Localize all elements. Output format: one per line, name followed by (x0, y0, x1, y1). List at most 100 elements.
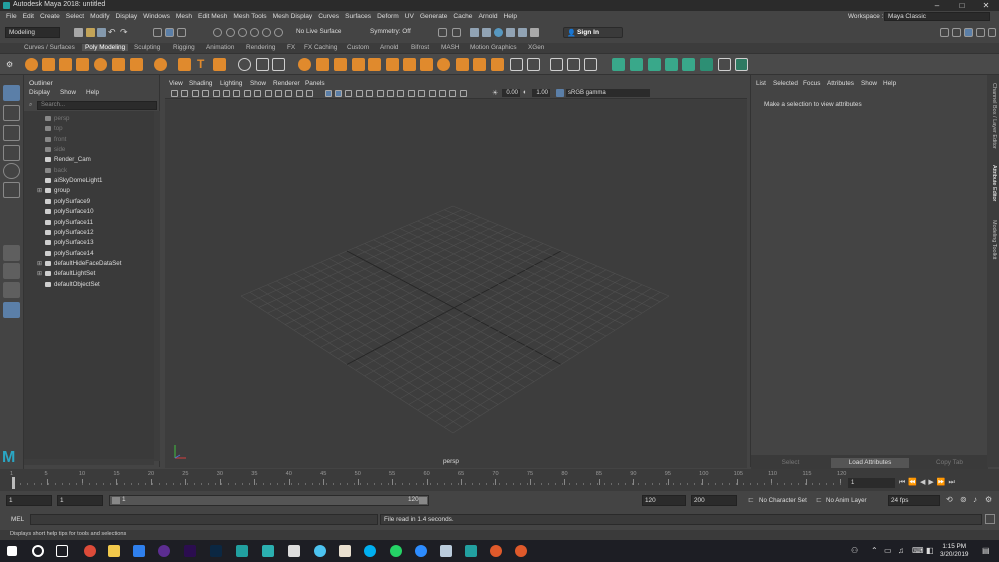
outliner-menu-help[interactable]: Help (86, 89, 99, 96)
outliner-item[interactable]: top (24, 124, 154, 134)
attr-menu-list[interactable]: List (756, 80, 766, 87)
exposure-field[interactable]: 0.00 (502, 89, 520, 97)
script-editor-icon[interactable] (985, 514, 995, 524)
range-end-handle[interactable] (419, 497, 427, 504)
snap-curve-icon[interactable] (226, 28, 235, 37)
shelf-tab-motion-graphics[interactable]: Motion Graphics (470, 44, 517, 51)
language-icon[interactable]: ◧ (926, 546, 934, 555)
boolean-difference-icon[interactable] (334, 58, 347, 71)
houdini-icon[interactable] (490, 545, 502, 557)
after-effects-icon[interactable] (184, 545, 196, 557)
poly-sphere-icon[interactable] (25, 58, 38, 71)
viewport-menu-panels[interactable]: Panels (305, 80, 325, 87)
attr-menu-show[interactable]: Show (861, 80, 877, 87)
scale-tool-icon[interactable] (3, 182, 20, 198)
history-icon[interactable] (452, 28, 461, 37)
lasso-tool-icon[interactable] (3, 105, 20, 121)
menu-mesh-tools[interactable]: Mesh Tools (233, 13, 266, 20)
menu-surfaces[interactable]: Surfaces (345, 13, 371, 20)
outliner-item[interactable]: ⊞ defaultHideFaceDataSet (24, 259, 154, 269)
menu-edit[interactable]: Edit (23, 13, 34, 20)
animation-prefs-icon[interactable]: ⚙ (985, 495, 992, 504)
viewport-menu-renderer[interactable]: Renderer (273, 80, 300, 87)
shadows-icon[interactable] (376, 90, 384, 97)
xray-components-icon[interactable] (459, 90, 467, 97)
snap-view-plane-icon[interactable] (250, 28, 259, 37)
browser-icon[interactable] (314, 545, 326, 557)
pause-icon[interactable] (530, 28, 539, 37)
messaging-icon[interactable] (390, 545, 402, 557)
volume-icon[interactable]: ♫ (898, 546, 904, 555)
outliner-item[interactable]: ⊞ defaultLightSet (24, 269, 154, 279)
persp-graph-layout-icon[interactable] (3, 302, 20, 318)
outliner-item[interactable]: side (24, 145, 154, 155)
xray-joints-icon[interactable] (449, 90, 457, 97)
outliner-item[interactable]: defaultObjectSet (24, 280, 154, 290)
load-attributes-button[interactable]: Load Attributes (831, 458, 909, 468)
outliner-item[interactable]: polySurface14 (24, 249, 154, 259)
hypershade-icon[interactable] (518, 28, 527, 37)
motion-blur-icon[interactable] (397, 90, 405, 97)
shelf-tab-mash[interactable]: MASH (441, 44, 459, 51)
shelf-tab-custom[interactable]: Custom (347, 44, 369, 51)
xray-icon[interactable] (439, 90, 446, 97)
menu-mesh-display[interactable]: Mesh Display (273, 13, 313, 20)
target-weld-icon[interactable] (473, 58, 486, 71)
shelf-tab-xgen[interactable]: XGen (528, 44, 544, 51)
uv-editor-icon[interactable] (700, 58, 713, 71)
menu-set-dropdown[interactable]: Modeling (5, 27, 60, 38)
playback-end-field[interactable]: 120 (642, 495, 686, 506)
undo-icon[interactable]: ↶ (108, 27, 116, 38)
chrome-icon[interactable] (84, 545, 96, 557)
ambient-occlusion-icon[interactable] (387, 90, 394, 97)
outliner-item[interactable]: back (24, 166, 154, 176)
extrude-icon[interactable] (386, 58, 399, 71)
spherical-mapping-icon[interactable] (648, 58, 661, 71)
poly-disc-icon[interactable] (130, 58, 143, 71)
attr-menu-attributes[interactable]: Attributes (827, 80, 854, 87)
planar-mapping-icon[interactable] (612, 58, 625, 71)
bridge-icon[interactable] (403, 58, 416, 71)
shelf-tab-rigging[interactable]: Rigging (173, 44, 195, 51)
store-icon[interactable] (133, 545, 145, 557)
windows-start-icon[interactable] (7, 546, 17, 556)
copy-tab-button[interactable]: Copy Tab (913, 458, 986, 468)
side-tab-modeling-toolkit[interactable]: Modeling Toolkit (989, 220, 997, 259)
outliner-item[interactable]: ⊞ group (24, 186, 154, 196)
attr-menu-selected[interactable]: Selected (773, 80, 798, 87)
viewport-menu-show[interactable]: Show (250, 80, 266, 87)
search-icon-taskbar[interactable] (32, 545, 44, 557)
shelf-tab-rendering[interactable]: Rendering (246, 44, 276, 51)
select-camera-icon[interactable] (171, 90, 178, 97)
merge-icon[interactable] (456, 58, 469, 71)
playback-controls[interactable]: ⏮⏪◀▶⏩⏭ (899, 478, 958, 487)
command-input[interactable] (30, 514, 378, 525)
workspace-dropdown[interactable]: Maya Classic (884, 12, 990, 21)
resolution-gate-icon[interactable] (264, 90, 272, 97)
calculator-icon[interactable] (288, 545, 300, 557)
render-sequence-icon[interactable] (482, 28, 491, 37)
boolean-intersect-icon[interactable] (352, 58, 365, 71)
freeze-transform-icon[interactable] (735, 58, 748, 71)
app-3b-icon[interactable] (262, 545, 274, 557)
shelf-tab-animation[interactable]: Animation (206, 44, 234, 51)
playback-start-field[interactable]: 1 (57, 495, 103, 506)
bookmarks-icon[interactable] (202, 90, 210, 97)
fill-hole-icon[interactable] (437, 58, 450, 71)
viewport-menu-lighting[interactable]: Lighting (220, 80, 242, 87)
network-icon[interactable]: ▭ (884, 546, 892, 555)
single-perspective-view-icon[interactable] (3, 245, 20, 261)
viewport-menu-view[interactable]: View (169, 80, 183, 87)
attr-menu-focus[interactable]: Focus (803, 80, 820, 87)
poly-cube-icon[interactable] (42, 58, 55, 71)
persp-outliner-layout-icon[interactable] (3, 282, 20, 298)
notepad-icon[interactable] (339, 545, 351, 557)
viewport-menu-shading[interactable]: Shading (189, 80, 212, 87)
select-tool-icon[interactable] (3, 85, 20, 101)
menu-modify[interactable]: Modify (90, 13, 109, 20)
file-explorer-icon[interactable] (108, 545, 120, 557)
range-slider[interactable]: 1 120 (109, 495, 429, 506)
zoom-icon[interactable] (415, 545, 427, 557)
snap-together-icon[interactable] (274, 28, 283, 37)
poly-torus-icon[interactable] (94, 58, 107, 71)
